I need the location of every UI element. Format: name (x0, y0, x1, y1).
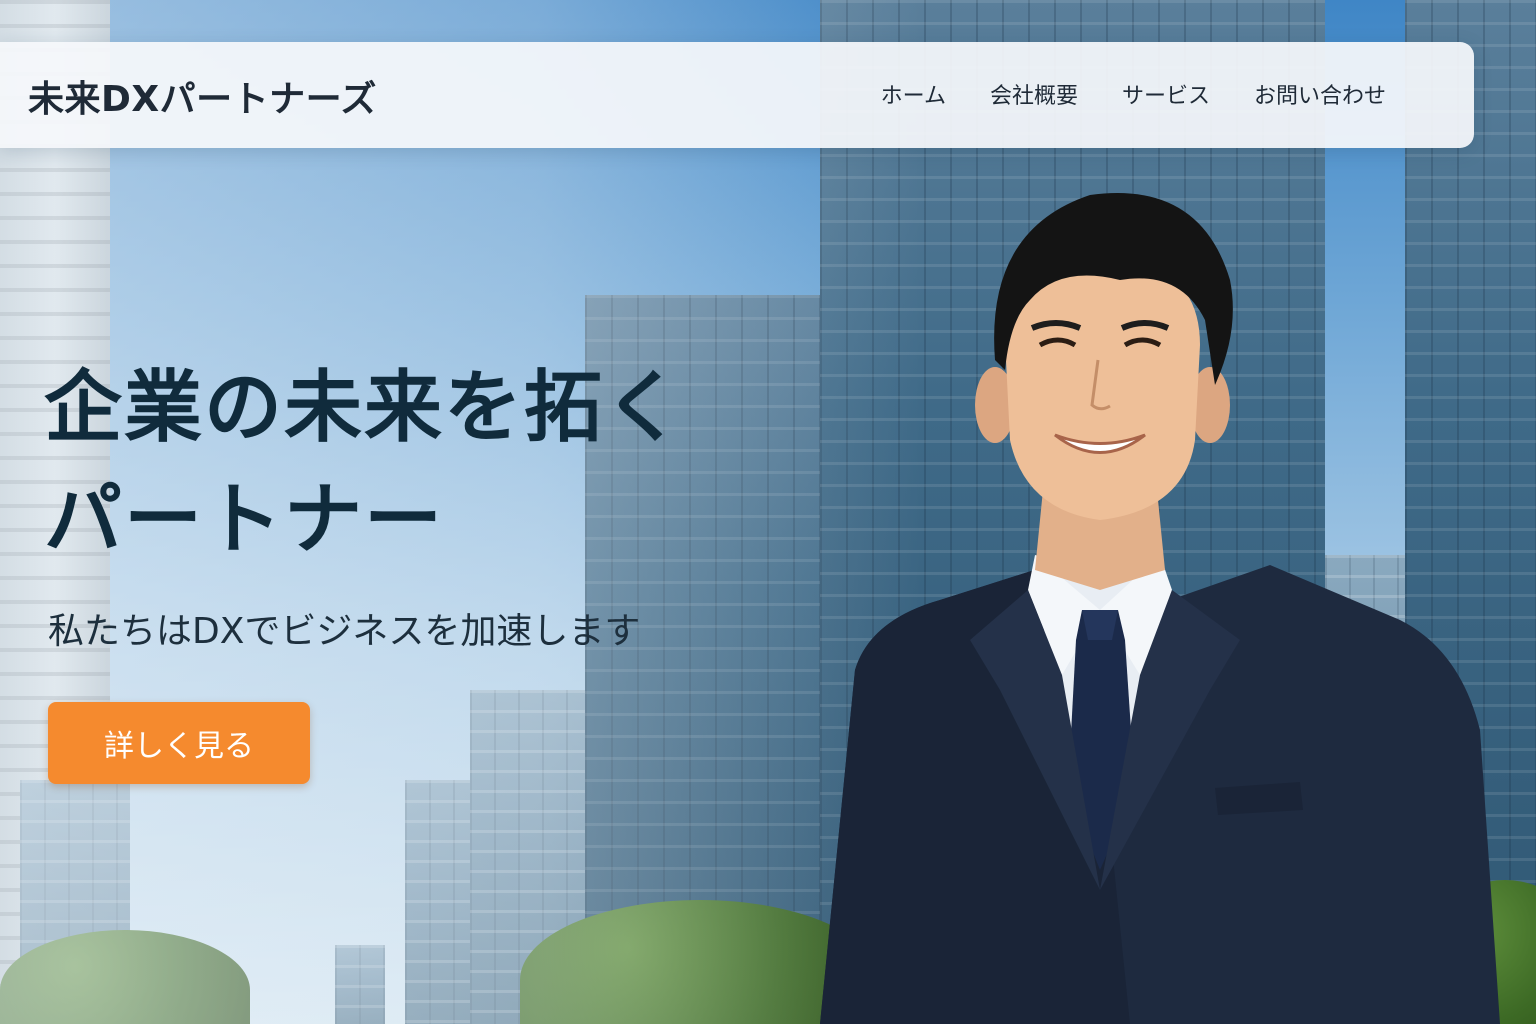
hero-title-line-1: 企業の未来を拓く (44, 363, 685, 453)
nav-company[interactable]: 会社概要 (990, 78, 1078, 110)
hero-subtitle: 私たちはDXでビジネスを加速します (48, 611, 641, 652)
learn-more-button[interactable]: 詳しく見る (48, 702, 310, 784)
hero-page: 未来DXパートナーズ ホーム 会社概要 サービス お問い合わせ 企業の未来を拓く… (0, 0, 1536, 1024)
nav-services[interactable]: サービス (1122, 78, 1210, 110)
main-nav: ホーム 会社概要 サービス お問い合わせ (881, 78, 1386, 110)
nav-home[interactable]: ホーム (881, 78, 946, 110)
businessman-photo (820, 193, 1500, 1024)
hero-title-line-2: パートナー (44, 475, 445, 565)
hero-title: 企業の未来を拓く パートナー (44, 352, 804, 576)
site-logo[interactable]: 未来DXパートナーズ (28, 70, 377, 122)
site-header: 未来DXパートナーズ ホーム 会社概要 サービス お問い合わせ (0, 42, 1474, 148)
nav-contact[interactable]: お問い合わせ (1254, 78, 1386, 110)
